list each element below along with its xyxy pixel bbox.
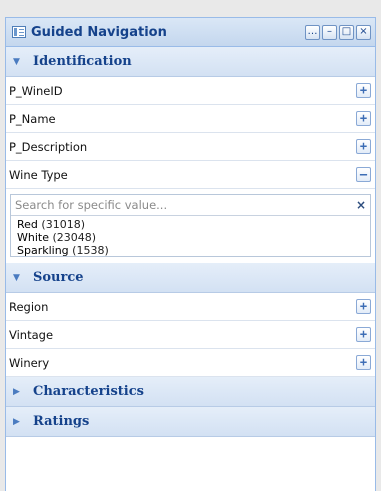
- value-item-white[interactable]: White (23048): [17, 231, 364, 244]
- facet-label: P_Description: [9, 139, 88, 154]
- value-search-input[interactable]: [11, 196, 352, 214]
- value-name: Sparkling: [17, 244, 69, 257]
- maximize-button[interactable]: □: [339, 24, 354, 40]
- section-identification[interactable]: ▼ Identification: [6, 47, 375, 77]
- expanded-arrow-icon: ▼: [13, 272, 20, 283]
- wine-type-value-box: × Red (31018) White (23048) Sparkling (1…: [10, 194, 371, 257]
- value-count: (1538): [72, 244, 109, 257]
- value-name: Red: [17, 218, 38, 231]
- facet-row-winery[interactable]: Winery +: [6, 349, 375, 377]
- minimize-button[interactable]: –: [322, 24, 337, 40]
- panel-tools: … – □ ×: [305, 24, 371, 40]
- collapsed-arrow-icon: ▶: [13, 386, 20, 397]
- section-label: Identification: [33, 54, 132, 69]
- facet-label: P_WineID: [9, 83, 63, 98]
- options-button[interactable]: …: [305, 24, 320, 40]
- guided-navigation-panel: Guided Navigation … – □ × ▼ Identificati…: [5, 17, 376, 491]
- facet-row-p-description[interactable]: P_Description +: [6, 133, 375, 161]
- expand-plus-icon[interactable]: +: [356, 327, 371, 342]
- facet-row-p-wineid[interactable]: P_WineID +: [6, 77, 375, 105]
- expand-plus-icon[interactable]: +: [356, 111, 371, 126]
- close-button[interactable]: ×: [356, 24, 371, 40]
- section-ratings[interactable]: ▶ Ratings: [6, 407, 375, 437]
- value-search: ×: [11, 195, 370, 216]
- value-item-sparkling[interactable]: Sparkling (1538): [17, 244, 364, 257]
- facet-row-region[interactable]: Region +: [6, 293, 375, 321]
- section-label: Source: [33, 270, 84, 285]
- value-item-red[interactable]: Red (31018): [17, 218, 364, 231]
- expand-plus-icon[interactable]: +: [356, 299, 371, 314]
- expand-plus-icon[interactable]: +: [356, 355, 371, 370]
- facet-row-wine-type[interactable]: Wine Type –: [6, 161, 375, 189]
- value-name: White: [17, 231, 49, 244]
- expand-plus-icon[interactable]: +: [356, 139, 371, 154]
- facet-row-vintage[interactable]: Vintage +: [6, 321, 375, 349]
- value-list: Red (31018) White (23048) Sparkling (153…: [11, 216, 370, 259]
- panel-title: Guided Navigation: [31, 24, 167, 40]
- section-characteristics[interactable]: ▶ Characteristics: [6, 377, 375, 407]
- section-source[interactable]: ▼ Source: [6, 263, 375, 293]
- collapsed-arrow-icon: ▶: [13, 416, 20, 427]
- panel-titlebar[interactable]: Guided Navigation … – □ ×: [6, 18, 375, 47]
- collapse-minus-icon[interactable]: –: [356, 167, 371, 182]
- facet-label: Winery: [9, 355, 50, 370]
- facet-row-p-name[interactable]: P_Name +: [6, 105, 375, 133]
- facet-label: Vintage: [9, 327, 54, 342]
- section-label: Ratings: [33, 414, 90, 429]
- expanded-arrow-icon: ▼: [13, 56, 20, 67]
- value-count: (23048): [52, 231, 97, 244]
- clear-search-icon[interactable]: ×: [352, 196, 370, 214]
- facet-label: Region: [9, 299, 49, 314]
- panel-list-icon: [12, 26, 26, 38]
- expand-plus-icon[interactable]: +: [356, 83, 371, 98]
- section-label: Characteristics: [33, 384, 144, 399]
- value-count: (31018): [41, 218, 85, 231]
- facet-label: Wine Type: [9, 167, 68, 182]
- facet-label: P_Name: [9, 111, 56, 126]
